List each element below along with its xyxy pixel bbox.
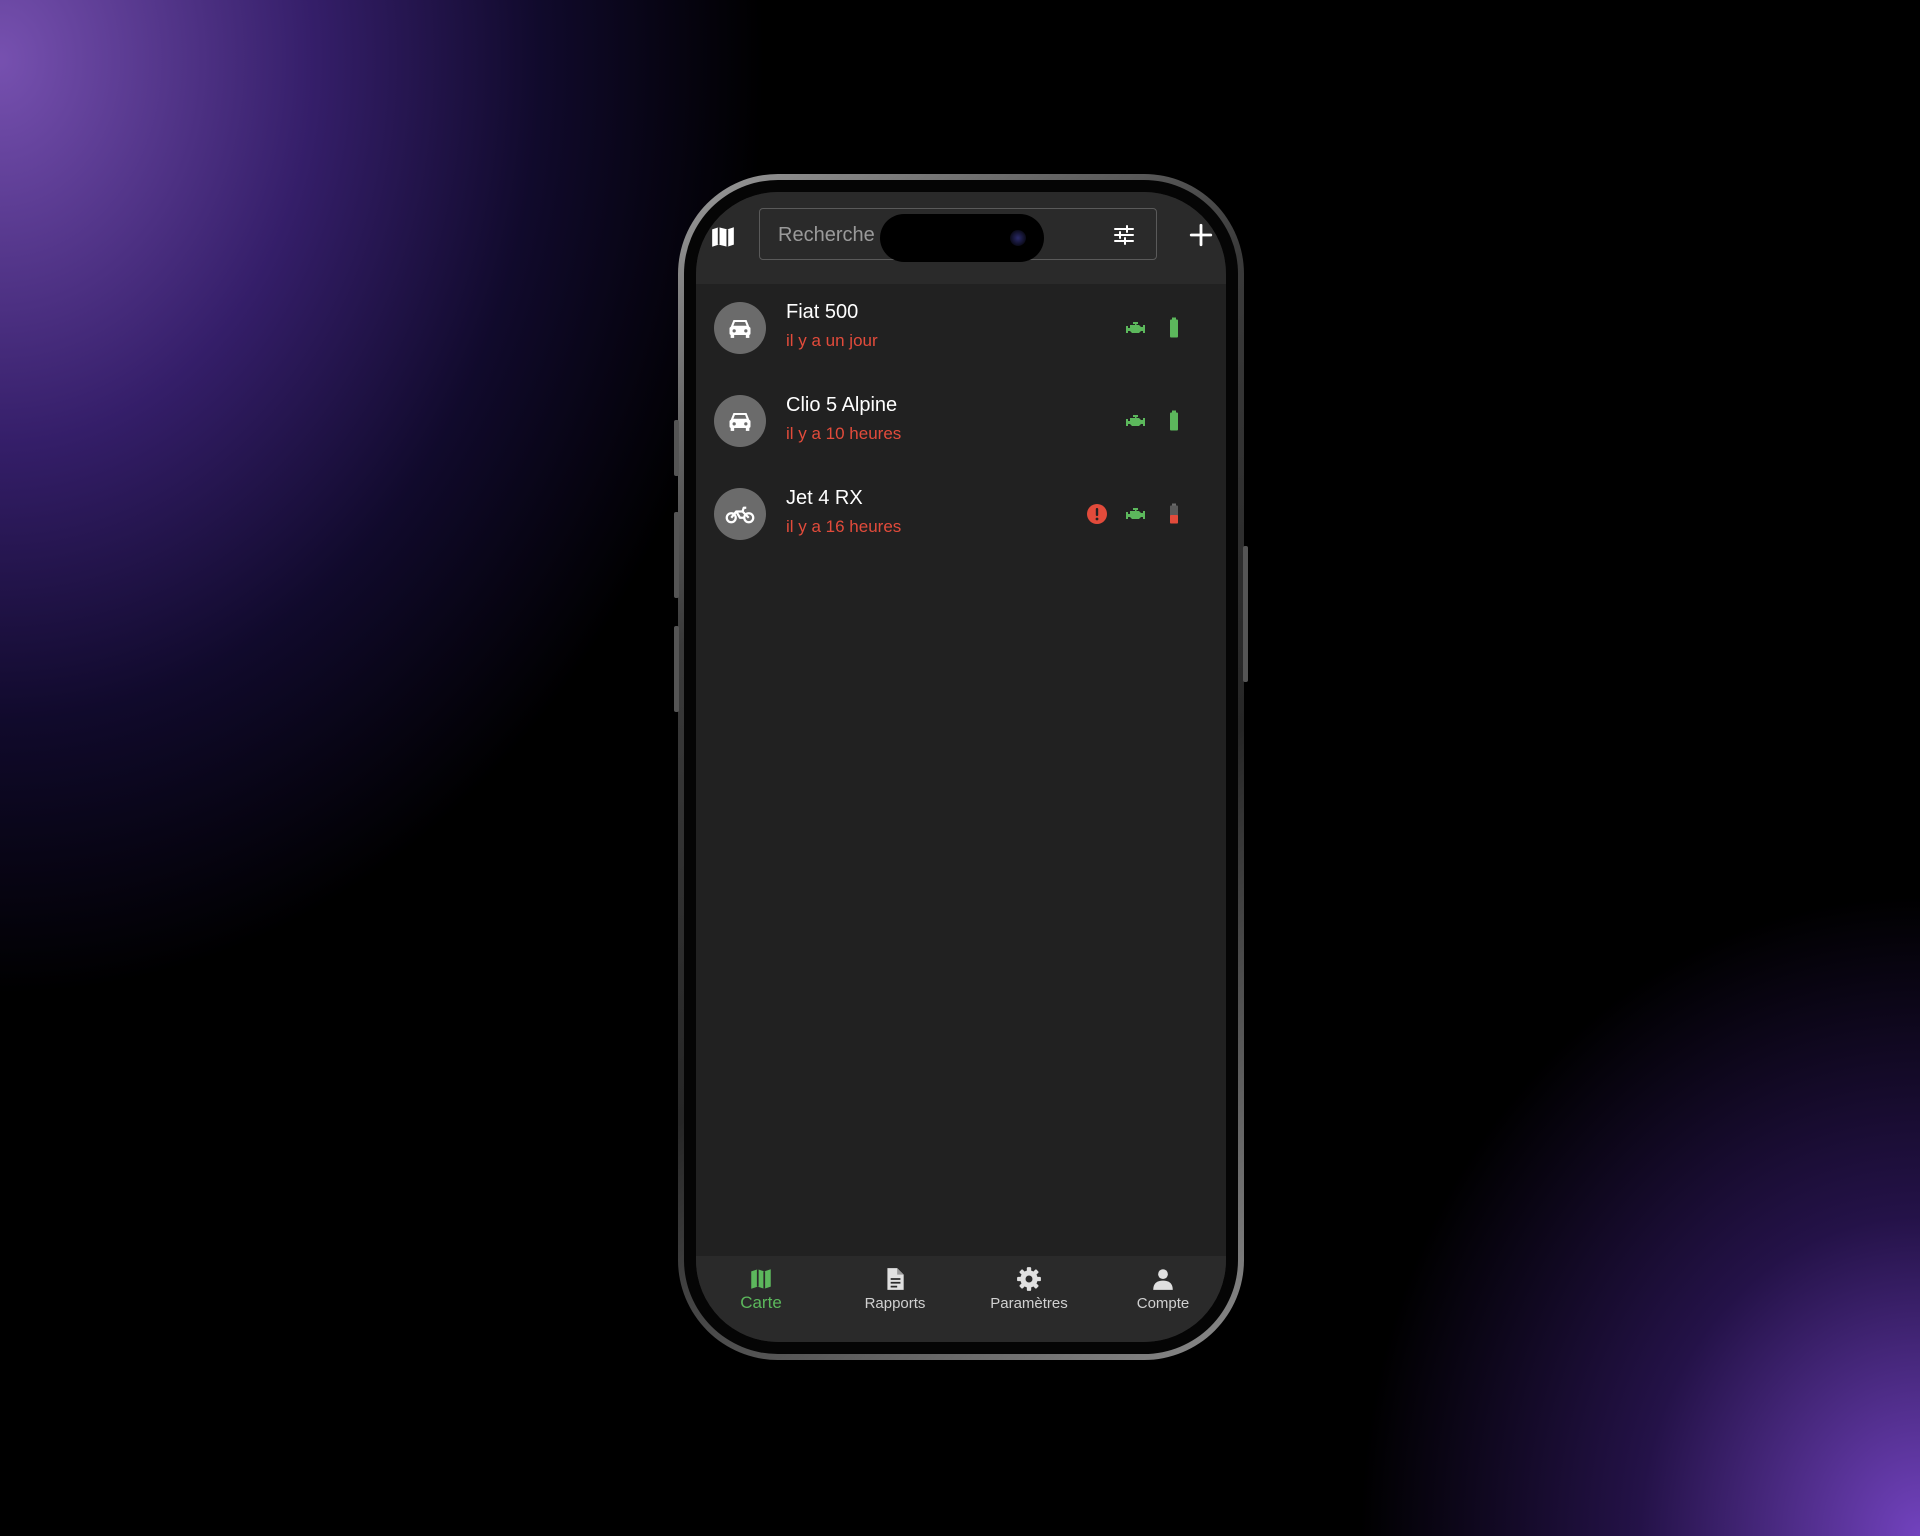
vehicle-row[interactable]: Fiat 500 il y a un jour [696,284,1226,377]
bottom-tab-bar: Carte Rapports Paramètres Compte [696,1256,1226,1342]
tab-parametres[interactable]: Paramètres [974,1266,1084,1312]
car-icon [729,319,751,338]
tab-rapports[interactable]: Rapports [840,1266,950,1312]
map-view-button[interactable] [710,224,736,250]
vehicle-name: Fiat 500 [786,301,859,323]
vehicle-name: Jet 4 RX [786,487,863,509]
vehicle-last-seen: il y a 10 heures [786,424,902,443]
vehicle-avatar [714,302,766,354]
person-icon [1153,1269,1173,1290]
battery-status [1162,316,1186,340]
tab-label: Compte [1136,1295,1190,1312]
battery-low-icon [1170,503,1178,524]
alert-icon [1087,504,1107,524]
motorcycle-icon [725,506,755,524]
vehicle-row[interactable]: Jet 4 RX il y a 16 heures [696,470,1226,563]
power-button [1243,546,1248,682]
plus-icon [1189,223,1213,247]
vehicle-last-seen: il y a 16 heures [786,517,902,536]
vehicle-avatar [714,395,766,447]
tab-label: Paramètres [990,1295,1068,1312]
battery-full-icon [1170,317,1178,338]
engine-status [1124,409,1148,433]
vehicle-avatar [714,488,766,540]
vehicle-list: Fiat 500 il y a un jour Clio 5 Alpine il… [696,284,1226,563]
car-icon [729,412,751,431]
volume-down-button [674,626,679,712]
action-button [674,420,679,476]
dynamic-island [880,214,1044,262]
battery-status [1162,409,1186,433]
tab-carte[interactable]: Carte [706,1266,816,1313]
map-icon [751,1269,771,1289]
screen: Fiat 500 il y a un jour [696,192,1226,1342]
engine-icon [1126,508,1145,519]
battery-full-icon [1170,410,1178,431]
tune-icon [1114,225,1134,245]
engine-status [1124,502,1148,526]
vehicle-row[interactable]: Clio 5 Alpine il y a 10 heures [696,377,1226,470]
vehicle-last-seen: il y a un jour [786,331,878,350]
tab-label: Carte [740,1293,782,1312]
tab-compte[interactable]: Compte [1108,1266,1218,1312]
volume-up-button [674,512,679,598]
vehicle-name: Clio 5 Alpine [786,394,898,416]
filter-button[interactable] [1112,223,1136,247]
engine-icon [1126,415,1145,426]
document-icon [887,1268,904,1290]
bezel: Fiat 500 il y a un jour [684,180,1238,1354]
camera-lens [1010,230,1026,246]
alert-status [1085,502,1109,526]
engine-icon [1126,322,1145,333]
map-icon [712,227,734,247]
battery-status [1162,502,1186,526]
tab-label: Rapports [864,1295,926,1312]
add-vehicle-button[interactable] [1188,222,1214,248]
gear-icon [1017,1267,1041,1291]
engine-status [1124,316,1148,340]
phone-frame: Fiat 500 il y a un jour [674,174,1248,1360]
